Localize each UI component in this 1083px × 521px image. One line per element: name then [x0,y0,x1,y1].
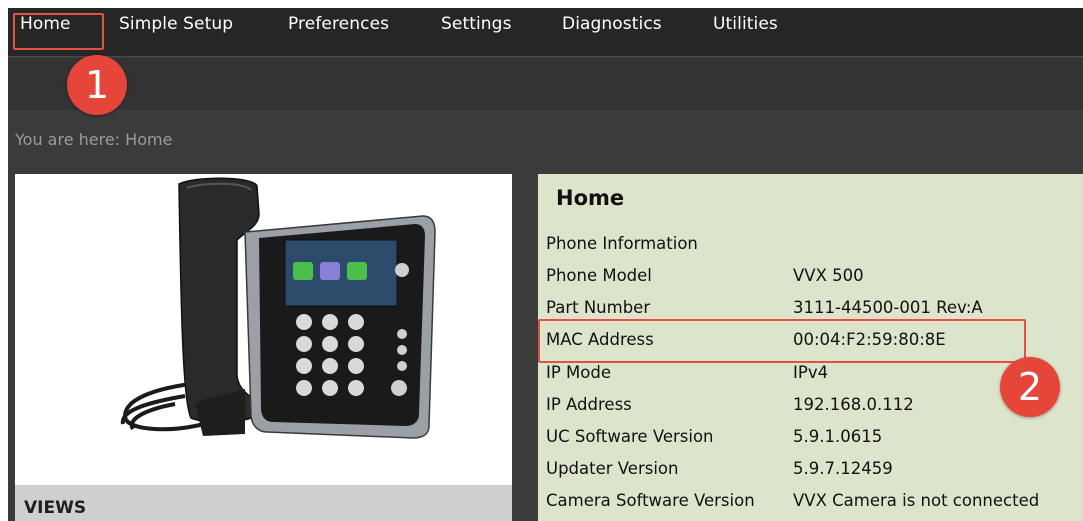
views-heading: VIEWS [24,498,87,518]
nav-diagnostics[interactable]: Diagnostics [562,10,662,38]
info-label-ip-mode: IP Mode [546,363,612,382]
info-value-part-number: 3111-44500-001 Rev:A [793,298,983,317]
info-value-camera-software-version: VVX Camera is not connected [793,491,1040,510]
panel-title: Home [556,186,625,210]
nav-utilities[interactable]: Utilities [713,10,778,38]
info-label-updater-version: Updater Version [546,459,679,478]
info-value-updater-version: 5.9.7.12459 [793,459,893,478]
phone-image-panel [15,174,512,521]
info-value-phone-model: VVX 500 [793,266,864,285]
info-label-uc-software-version: UC Software Version [546,427,714,446]
annotation-badge-2: 2 [1000,357,1060,417]
nav-simple-setup[interactable]: Simple Setup [119,10,233,38]
section-heading: Phone Information [546,234,698,253]
info-label-camera-software-version: Camera Software Version [546,491,755,510]
info-value-ip-address: 192.168.0.112 [793,395,914,414]
annotation-badge-1: 1 [67,55,127,115]
annotation-highlight-mac-address [538,319,1026,363]
breadcrumb: You are here: Home [15,130,173,149]
phone-image [120,177,436,439]
info-label-part-number: Part Number [546,298,651,317]
info-label-ip-address: IP Address [546,395,632,414]
info-value-ip-mode: IPv4 [793,363,829,382]
info-label-phone-model: Phone Model [546,266,652,285]
page: Home Simple Setup Preferences Settings D… [0,0,1083,521]
nav-settings[interactable]: Settings [441,10,512,38]
nav-preferences[interactable]: Preferences [288,10,389,38]
info-value-uc-software-version: 5.9.1.0615 [793,427,883,446]
sub-navigation-bar [8,58,1083,110]
views-section [15,485,512,521]
annotation-highlight-home [13,13,104,50]
